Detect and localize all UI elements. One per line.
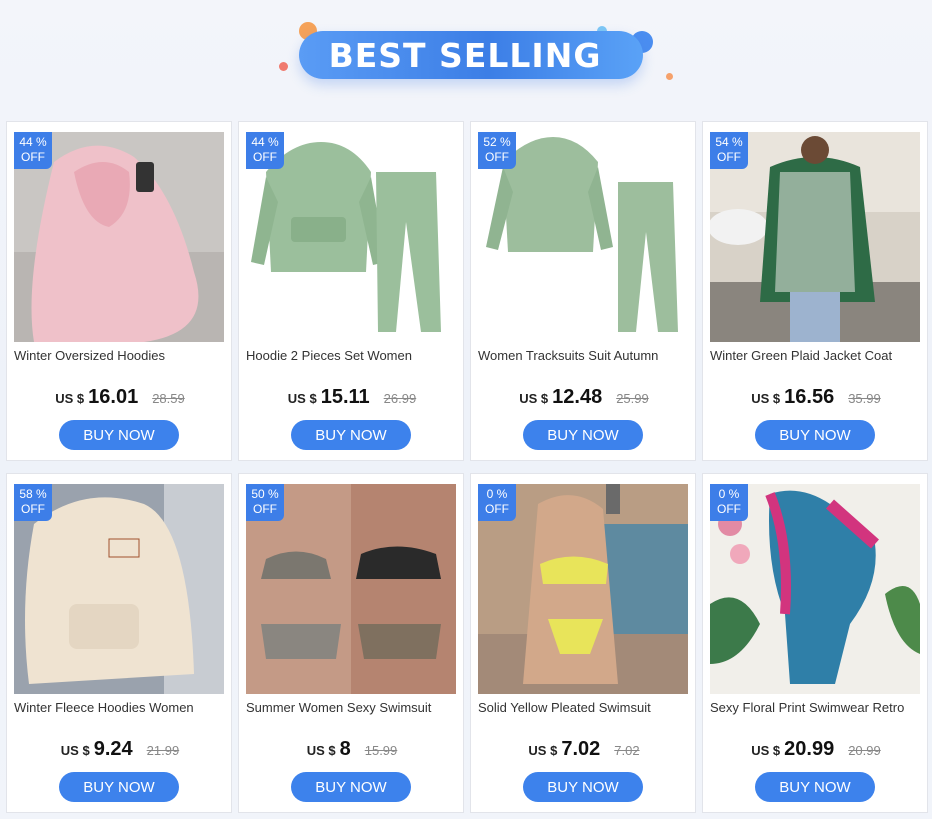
discount-badge: 0 % OFF xyxy=(478,484,516,521)
price-row: US $15.11 26.99 xyxy=(239,386,465,409)
price: 16.01 xyxy=(88,386,139,408)
price-row: US $12.48 25.99 xyxy=(471,386,697,409)
currency: US $ xyxy=(519,391,549,406)
product-name[interactable]: Winter Fleece Hoodies Women xyxy=(14,700,224,718)
product-card[interactable]: 0 % OFF Solid Yellow Pleated Swimsuit US … xyxy=(470,473,696,813)
product-name[interactable]: Hoodie 2 Pieces Set Women xyxy=(246,348,456,366)
product-name[interactable]: Winter Oversized Hoodies xyxy=(14,348,224,366)
buy-now-button[interactable]: BUY NOW xyxy=(523,772,643,802)
price: 15.11 xyxy=(320,386,370,408)
old-price: 26.99 xyxy=(383,391,417,406)
buy-now-button[interactable]: BUY NOW xyxy=(291,420,411,450)
buy-now-button[interactable]: BUY NOW xyxy=(755,772,875,802)
product-card[interactable]: 54 % OFF Winter Green Plaid Jacket Coat U… xyxy=(702,121,928,461)
price: 7.02 xyxy=(561,738,601,760)
product-card[interactable]: 52 % OFF Women Tracksuits Suit Autumn US … xyxy=(470,121,696,461)
decor-dot xyxy=(666,73,673,80)
product-card[interactable]: 44 % OFF Winter Oversized Hoodies US $16.… xyxy=(6,121,232,461)
price: 20.99 xyxy=(784,738,835,760)
old-price: 25.99 xyxy=(616,391,649,406)
product-card[interactable]: 50 % OFF Summer Women Sexy Swimsuit US $8… xyxy=(238,473,464,813)
product-card[interactable]: 0 % OFF Sexy Floral Print Swimwear Retro … xyxy=(702,473,928,813)
product-name[interactable]: Summer Women Sexy Swimsuit xyxy=(246,700,456,718)
product-name[interactable]: Solid Yellow Pleated Swimsuit xyxy=(478,700,688,718)
buy-now-button[interactable]: BUY NOW xyxy=(523,420,643,450)
discount-badge: 58 % OFF xyxy=(14,484,52,521)
currency: US $ xyxy=(55,391,85,406)
product-name[interactable]: Sexy Floral Print Swimwear Retro xyxy=(710,700,920,718)
price-row: US $16.01 28.59 xyxy=(7,386,233,409)
discount-badge: 50 % OFF xyxy=(246,484,284,521)
banner-title: BEST SELLING xyxy=(328,36,602,75)
old-price: 28.59 xyxy=(152,391,185,406)
old-price: 35.99 xyxy=(848,391,881,406)
price-row: US $7.02 7.02 xyxy=(471,738,697,761)
old-price: 20.99 xyxy=(848,743,881,758)
price: 12.48 xyxy=(552,386,603,408)
product-name[interactable]: Women Tracksuits Suit Autumn xyxy=(478,348,688,366)
product-grid: 44 % OFF Winter Oversized Hoodies US $16.… xyxy=(6,121,928,813)
price-row: US $16.56 35.99 xyxy=(703,386,929,409)
discount-badge: 54 % OFF xyxy=(710,132,748,169)
price: 16.56 xyxy=(784,386,835,408)
product-card[interactable]: 44 % OFF Hoodie 2 Pieces Set Women US $15… xyxy=(238,121,464,461)
decor-dot xyxy=(279,62,288,71)
product-card[interactable]: 58 % OFF Winter Fleece Hoodies Women US $… xyxy=(6,473,232,813)
price-row: US $8 15.99 xyxy=(239,738,465,761)
price-row: US $9.24 21.99 xyxy=(7,738,233,761)
discount-badge: 44 % OFF xyxy=(246,132,284,169)
product-name[interactable]: Winter Green Plaid Jacket Coat xyxy=(710,348,920,366)
discount-badge: 0 % OFF xyxy=(710,484,748,521)
buy-now-button[interactable]: BUY NOW xyxy=(59,772,179,802)
price-row: US $20.99 20.99 xyxy=(703,738,929,761)
old-price: 7.02 xyxy=(614,743,640,758)
discount-badge: 52 % OFF xyxy=(478,132,516,169)
currency: US $ xyxy=(528,743,558,758)
price: 8 xyxy=(339,738,351,760)
discount-badge: 44 % OFF xyxy=(14,132,52,169)
currency: US $ xyxy=(751,391,781,406)
old-price: 21.99 xyxy=(146,743,180,758)
best-selling-banner: BEST SELLING xyxy=(0,0,932,110)
currency: US $ xyxy=(60,743,90,758)
buy-now-button[interactable]: BUY NOW xyxy=(291,772,411,802)
buy-now-button[interactable]: BUY NOW xyxy=(59,420,179,450)
buy-now-button[interactable]: BUY NOW xyxy=(755,420,875,450)
currency: US $ xyxy=(287,391,317,406)
price: 9.24 xyxy=(93,738,133,760)
currency: US $ xyxy=(751,743,781,758)
old-price: 15.99 xyxy=(364,743,398,758)
currency: US $ xyxy=(306,743,336,758)
